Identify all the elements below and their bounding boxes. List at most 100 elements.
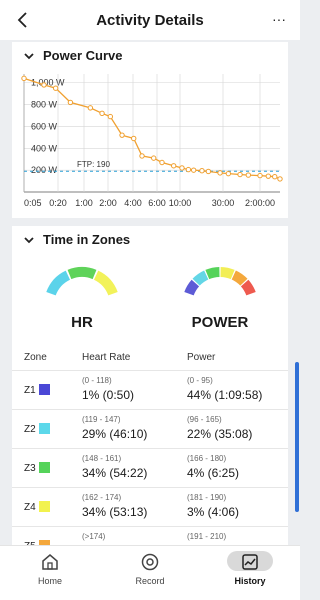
zone-name: Z3 — [24, 463, 36, 474]
power-data-point — [179, 165, 185, 171]
power-curve-chart: 1,000 W800 W600 W400 W200 W 0:05 0:20 1:00… — [21, 74, 283, 208]
hr-zone-gauge — [46, 267, 118, 296]
hr-value: 1% (0:50) — [82, 388, 135, 402]
power-data-point — [67, 99, 74, 106]
power-range: (0 - 95) — [187, 376, 213, 385]
x-tick-label: 10:00 — [169, 198, 192, 208]
power-curve-title: Power Curve — [43, 48, 123, 63]
hr-range: (162 - 174) — [82, 493, 122, 502]
chevron-down-icon[interactable] — [22, 233, 36, 247]
power-data-point — [159, 159, 165, 166]
power-data-point — [185, 166, 192, 173]
y-tick-label: 600 W — [31, 121, 58, 131]
hr-value: 34% (54:22) — [82, 466, 148, 480]
gauge-segment — [67, 267, 97, 280]
power-data-point — [237, 171, 243, 178]
power-data-point — [217, 170, 223, 176]
home-icon — [42, 554, 58, 570]
power-curve-header[interactable]: Power Curve — [12, 42, 288, 70]
gauge-segment — [93, 270, 118, 296]
power-data-point — [139, 153, 145, 159]
power-zone-gauge — [184, 267, 256, 296]
zone-column-header: Zone — [24, 352, 47, 363]
record-icon — [141, 553, 159, 571]
power-data-point — [272, 174, 278, 180]
zone-color-swatch — [39, 384, 50, 395]
chevron-down-icon[interactable] — [22, 49, 36, 63]
nav-history[interactable]: History — [200, 546, 300, 600]
x-tick-label: 2:00:00 — [245, 198, 275, 208]
top-app-bar: Activity Details ··· — [0, 0, 300, 40]
power-data-point — [257, 172, 263, 179]
time-in-zones-title: Time in Zones — [43, 232, 131, 247]
power-data-point — [199, 167, 205, 174]
power-column-header: Power — [187, 352, 216, 363]
hr-gauge-label: HR — [71, 314, 93, 331]
power-data-point — [245, 172, 252, 178]
power-data-point — [265, 173, 272, 179]
x-tick-label: 4:00 — [124, 198, 142, 208]
power-data-point — [21, 75, 27, 82]
hr-range: (148 - 161) — [82, 454, 122, 463]
nav-record[interactable]: Record — [100, 546, 200, 600]
power-data-point — [277, 176, 283, 182]
gauge-segment — [205, 267, 220, 280]
x-tick-label: 0:20 — [49, 198, 67, 208]
scrollbar-thumb[interactable] — [295, 362, 299, 512]
back-arrow-icon[interactable] — [14, 9, 32, 31]
zone-color-swatch — [39, 423, 50, 434]
power-data-point — [87, 105, 94, 111]
power-data-point — [119, 132, 125, 138]
ftp-label: FTP: 190 — [77, 160, 110, 169]
zone-row: Z5(>174)(191 - 210) — [12, 526, 288, 545]
nav-history-label: History — [234, 576, 266, 586]
power-range: (181 - 190) — [187, 493, 227, 502]
power-value: 4% (6:25) — [187, 466, 240, 480]
power-value: 3% (4:06) — [187, 505, 240, 519]
y-tick-label: 200 W — [31, 165, 58, 175]
hr-value: 29% (46:10) — [82, 427, 148, 441]
nav-home[interactable]: Home — [0, 546, 100, 600]
power-gauge-label: POWER — [191, 314, 249, 331]
x-tick-label: 30:00 — [212, 198, 235, 208]
x-tick-label: 2:00 — [99, 198, 117, 208]
hr-range: (119 - 147) — [82, 415, 121, 424]
zone-row: Z4 (162 - 174) 34% (53:13) (181 - 190) 3% (4… — [12, 487, 288, 526]
activity-scroll-area[interactable]: Power Curve 1,000 W 800 W 600 W 400 W 200 W … — [0, 40, 300, 545]
power-data-point — [107, 113, 114, 120]
hr-range: (0 - 118) — [82, 376, 112, 385]
power-curve-card: Power Curve 1,000 W 800 W 600 W 400 W 200 W … — [12, 42, 288, 218]
x-tick-label: 0:05 — [24, 198, 42, 208]
power-data-point — [41, 82, 47, 88]
more-dots-icon[interactable]: ··· — [272, 8, 286, 30]
power-data-point — [170, 163, 177, 169]
bottom-navigation: Home Record History — [0, 545, 300, 600]
page-title: Activity Details — [96, 11, 204, 29]
power-data-point — [205, 168, 212, 175]
power-range: (96 - 165) — [187, 415, 222, 424]
power-value: 22% (35:08) — [187, 427, 253, 441]
zone-name: Z2 — [24, 424, 36, 435]
zone-color-swatch — [39, 501, 50, 512]
time-in-zones-header[interactable]: Time in Zones — [12, 226, 288, 254]
y-tick-label: 400 W — [31, 143, 58, 153]
y-tick-label: 800 W — [31, 100, 58, 110]
history-chart-icon — [242, 554, 258, 570]
power-data-point — [99, 110, 105, 117]
nav-home-label: Home — [37, 576, 62, 586]
power-range: (166 - 180) — [187, 454, 227, 463]
x-tick-label: 6:00 — [148, 198, 166, 208]
zone-row: Z3 (148 - 161) 34% (54:22) (166 - 180) 4% (6… — [12, 448, 288, 487]
power-data-point — [131, 135, 137, 142]
power-value: 44% (1:09:58) — [187, 388, 263, 402]
power-data-point — [52, 85, 59, 91]
zone-color-swatch — [39, 462, 50, 473]
gauge-segment — [220, 267, 235, 280]
heart-rate-column-header: Heart Rate — [82, 352, 131, 363]
zone-row: Z2 (119 - 147) 29% (46:10) (96 - 165) 22% (3… — [12, 409, 288, 448]
power-curve-line — [23, 77, 281, 180]
time-in-zones-card: Time in Zones HR POWER Zone Heart Rate P… — [12, 226, 288, 545]
gauge-segment — [46, 270, 71, 296]
zone-name: Z1 — [24, 385, 36, 396]
zone-name: Z4 — [24, 502, 36, 513]
